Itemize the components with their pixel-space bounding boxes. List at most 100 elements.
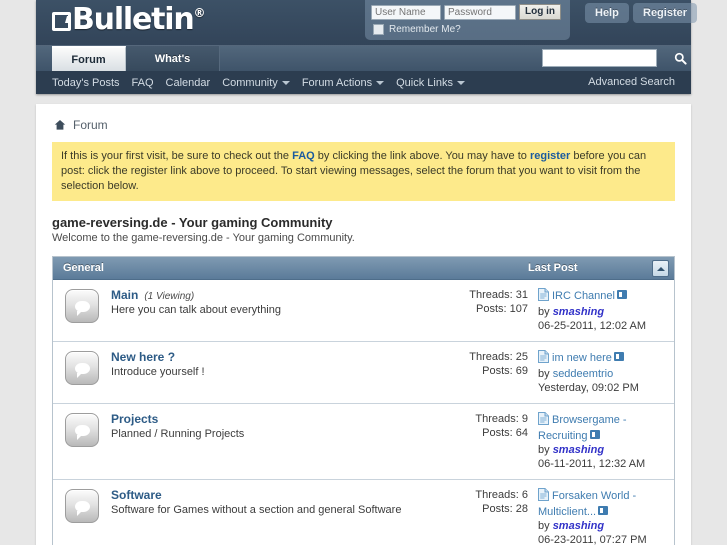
last-post-date: Yesterday, 09:02 PM [538,382,639,394]
last-post-title-row: im new here [538,350,668,367]
last-post-title-row: Browsergame - Recruiting [538,412,668,443]
logo-text: Bulletin [72,2,195,37]
notice-part-1: If this is your first visit, be sure to … [61,150,293,162]
forum-stats: Threads: 9 Posts: 64 [441,412,538,440]
primary-tab-bar: Forum What's New? [36,45,691,91]
speech-bubble-icon [74,500,90,516]
help-button[interactable]: Help [585,3,629,23]
chevron-down-icon [376,80,385,85]
nav-community[interactable]: Community [222,77,290,89]
forum-unread-icon[interactable] [65,489,99,523]
forum-description: Introduce yourself ! [111,366,205,378]
forum-posts-count: Posts: 64 [482,427,528,439]
table-row[interactable]: Projects Planned / Running Projects Thre… [53,404,674,480]
nav-forum-actions[interactable]: Forum Actions [301,76,385,89]
search-icon[interactable] [670,48,690,69]
last-post-title-row: Forsaken World - Multiclient... [538,488,668,519]
login-row: Log in [371,4,564,20]
forum-stats: Threads: 25 Posts: 69 [441,350,538,378]
forum-posts-count: Posts: 28 [482,503,528,515]
last-post-author-link[interactable]: smashing [553,520,604,532]
forum-info: Main (1 Viewing) Here you can talk about … [111,288,441,316]
last-post-author-link[interactable]: seddeemtrio [553,368,614,380]
forum-info: New here ? Introduce yourself ! [111,350,441,378]
notice-faq-link[interactable]: FAQ [292,150,315,162]
last-post-thread-link[interactable]: IRC Channel [552,290,615,302]
collapse-toggle-button[interactable] [652,260,669,277]
forum-link[interactable]: Software [111,488,162,502]
goto-last-post-icon[interactable] [589,430,600,439]
last-post-by-label: by [538,444,550,456]
nav-todays-posts[interactable]: Today's Posts [52,77,120,89]
last-post-date: 06-25-2011, 12:02 AM [538,320,647,332]
last-post-thread-link[interactable]: im new here [552,352,612,364]
last-post-thread-link[interactable]: Browsergame - Recruiting [538,414,627,442]
nav-community-label: Community [222,76,278,89]
home-icon[interactable] [54,119,66,131]
table-row[interactable]: New here ? Introduce yourself ! Threads:… [53,342,674,404]
breadcrumb: Forum [36,104,691,142]
register-button[interactable]: Register [633,3,698,23]
last-post-date: 06-23-2011, 07:27 PM [538,534,647,545]
last-post-by-label: by [538,306,550,318]
category-block-general: General Last Post Main (1 Viewing) Here y… [52,256,675,545]
goto-last-post-icon[interactable] [616,290,627,299]
login-button[interactable]: Log in [519,4,561,20]
table-row[interactable]: Software Software for Games without a se… [53,480,674,545]
forum-unread-icon[interactable] [65,289,99,323]
last-post-by-label: by [538,520,550,532]
last-post-title-row: IRC Channel [538,288,668,305]
forum-unread-icon[interactable] [65,413,99,447]
forum-status-icon-cell [53,488,111,523]
table-row[interactable]: Main (1 Viewing) Here you can talk about … [53,280,674,342]
breadcrumb-item-forum[interactable]: Forum [73,118,108,132]
username-input[interactable] [371,4,441,20]
forum-status-icon-cell [53,350,111,385]
forum-threads-count: Threads: 6 [475,489,528,501]
tab-whats-new[interactable]: What's New? [126,46,220,91]
forum-stats: Threads: 6 Posts: 28 [441,488,538,516]
remember-me-checkbox[interactable] [373,24,384,35]
forum-description: Planned / Running Projects [111,428,245,440]
nav-faq[interactable]: FAQ [132,77,154,89]
vbulletin-logo: Bulletin® [52,2,206,37]
nav-calendar[interactable]: Calendar [166,77,211,89]
forum-link[interactable]: Main [111,288,138,302]
last-post-author-row: by smashing [538,519,668,533]
content-panel: Forum If this is your first visit, be su… [36,104,691,545]
password-input[interactable] [444,4,516,20]
site-description: Welcome to the game-reversing.de - Your … [52,232,355,244]
last-post-author-link[interactable]: smashing [553,306,604,318]
goto-last-post-icon[interactable] [613,352,624,361]
advanced-search-link[interactable]: Advanced Search [588,71,675,94]
forum-unread-icon[interactable] [65,351,99,385]
last-post-author-link[interactable]: smashing [553,444,604,456]
last-post-thread-link[interactable]: Forsaken World - Multiclient... [538,490,636,518]
goto-last-post-icon[interactable] [598,506,609,515]
last-post-author-row: by smashing [538,443,668,457]
forum-last-post: im new here by seddeemtrio Yesterday, 09… [538,350,674,395]
last-post-by-label: by [538,368,550,380]
document-icon [538,288,549,305]
forum-threads-count: Threads: 31 [469,289,528,301]
forum-description: Software for Games without a section and… [111,504,402,516]
nav-links: Today's Posts FAQ Calendar Community For… [52,71,465,94]
nav-quick-links[interactable]: Quick Links [396,77,465,89]
chevron-down-icon [281,80,290,85]
forum-description: Here you can talk about everything [111,304,281,316]
tab-forum[interactable]: Forum [52,46,126,72]
forum-link[interactable]: Projects [111,412,158,426]
site-title: game-reversing.de - Your gaming Communit… [52,215,333,230]
forum-stats: Threads: 31 Posts: 107 [441,288,538,316]
search-input[interactable] [542,49,657,67]
document-icon [538,350,549,367]
nav-quick-links-label: Quick Links [396,76,453,89]
forum-info: Software Software for Games without a se… [111,488,441,516]
forum-link[interactable]: New here ? [111,350,175,364]
speech-bubble-icon [74,362,90,378]
document-icon [538,412,549,429]
nav-todays-posts-label: Today's Posts [52,76,120,89]
document-icon [538,488,549,505]
nav-forum-actions-label: Forum Actions [301,76,373,89]
notice-register-link[interactable]: register [530,150,570,162]
